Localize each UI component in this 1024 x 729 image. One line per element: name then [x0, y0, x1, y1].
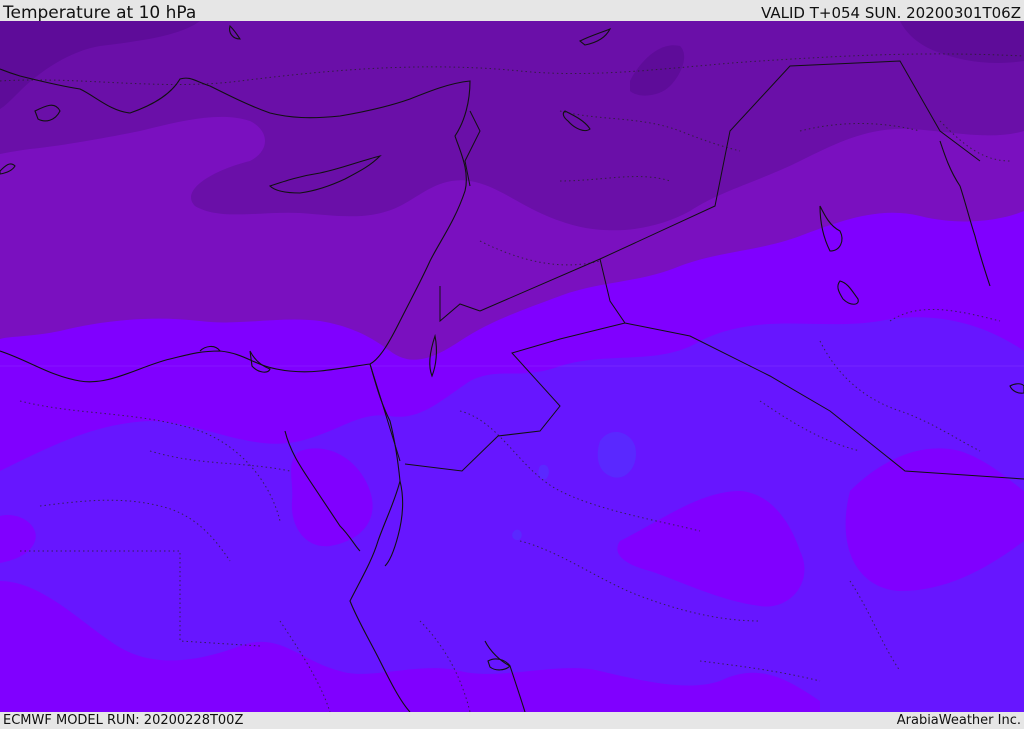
temperature-map: [0, 21, 1024, 712]
model-run-label: ECMWF MODEL RUN: 20200228T00Z: [3, 713, 244, 728]
valid-time: VALID T+054 SUN. 20200301T06Z: [761, 4, 1021, 22]
credit-label: ArabiaWeather Inc.: [896, 713, 1021, 728]
temperature-pocket-warmest: [597, 431, 636, 478]
map-title: Temperature at 10 hPa: [3, 3, 197, 23]
map-footer: ECMWF MODEL RUN: 20200228T00Z ArabiaWeat…: [0, 712, 1024, 729]
map-header: Temperature at 10 hPa VALID T+054 SUN. 2…: [0, 0, 1024, 23]
